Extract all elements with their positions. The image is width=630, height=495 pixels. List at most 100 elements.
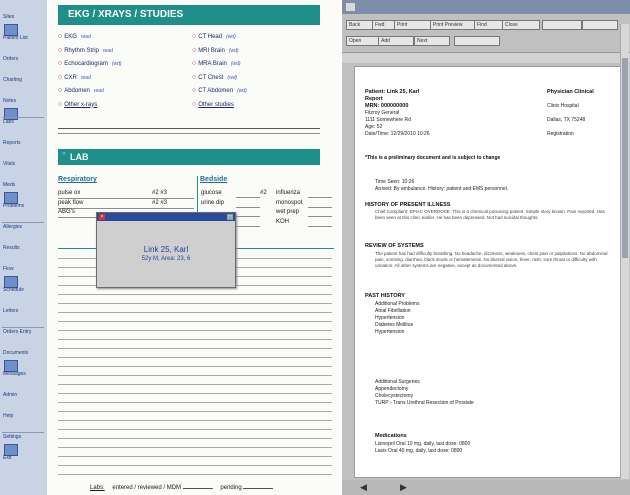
sidebar-item[interactable]: Notes	[3, 98, 43, 108]
sidebar-separator	[2, 327, 44, 328]
scrollbar-thumb[interactable]	[622, 58, 628, 258]
handwritten-note: read	[80, 74, 91, 81]
study-label: Rhythm Strip	[64, 47, 99, 54]
report-list-item: Diabetes Mellitus	[375, 322, 414, 328]
field-line	[308, 206, 332, 208]
study-checkbox[interactable]: ○ MRA Brain (wd)	[192, 60, 241, 67]
bedside-item[interactable]: KOH	[276, 219, 289, 225]
study-checkbox[interactable]: ○ CT Head (wd)	[192, 33, 236, 40]
sidebar-item[interactable]: Problems	[3, 203, 43, 213]
lab-header: ○ LAB	[58, 149, 320, 165]
report-list-item: Lisinopril Oral 10 mg, daily, last dose:…	[375, 441, 471, 447]
sidebar-item[interactable]: Sites	[3, 14, 43, 24]
sidebar-item[interactable]: Orders	[3, 56, 43, 66]
popup-close-icon[interactable]: ×	[99, 214, 105, 220]
handwritten-note: read	[93, 88, 104, 94]
report-list-item: Appendectomy	[375, 386, 409, 392]
toolbar-button[interactable]: Print Preview	[430, 20, 476, 30]
toolbar-button-blank[interactable]	[542, 20, 582, 30]
disclaimer: *This is a preliminary document and is s…	[365, 155, 501, 161]
sidebar-item[interactable]: Admin	[3, 392, 43, 402]
ruled-line	[58, 420, 332, 421]
study-checkbox[interactable]: ○ Echocardiogram (wd)	[58, 60, 122, 67]
study-checkbox[interactable]: ○ Other x-rays	[58, 101, 101, 108]
toolbar-button[interactable]: Close	[502, 20, 540, 30]
bedside-title: Bedside	[200, 176, 228, 183]
toolbar-button[interactable]: Find	[474, 20, 504, 30]
popup-maximize-icon[interactable]: □	[227, 214, 233, 220]
sidebar-item[interactable]: Schedule	[3, 287, 43, 297]
ruled-line	[58, 366, 332, 367]
ruled-line	[58, 294, 332, 295]
toolbar-button[interactable]: Add	[378, 36, 414, 46]
sidebar-item[interactable]: Charting	[3, 77, 43, 87]
study-label: MRI Brain	[198, 47, 225, 54]
ros-title: REVIEW OF SYSTEMS	[365, 243, 424, 249]
ruled-line	[58, 303, 332, 304]
ruled-line	[58, 402, 332, 403]
study-checkbox[interactable]: ○ CT Chest (wd)	[192, 74, 237, 81]
footer-labs-label: Labs:	[90, 485, 105, 491]
ruled-line	[58, 438, 332, 439]
study-checkbox[interactable]: ○ Other studies	[192, 101, 238, 108]
sidebar-item[interactable]: Flow	[3, 266, 43, 276]
sidebar-item[interactable]: Messages	[3, 371, 43, 381]
sidebar-item[interactable]: Letters	[3, 308, 43, 318]
study-checkbox[interactable]: ○ CT Abdomen (wd)	[192, 87, 247, 94]
study-checkbox[interactable]: ○ CXR read	[58, 74, 91, 81]
study-checkbox[interactable]: ○ Abdomen read	[58, 87, 104, 94]
sidebar-item[interactable]: Help	[3, 413, 43, 423]
study-checkbox[interactable]: ○ MRI Brain (wd)	[192, 47, 239, 54]
divider	[58, 128, 320, 129]
viewer-titlebar	[342, 0, 630, 14]
report-page: Patient: Link 25, Karl Physician Clinica…	[354, 66, 624, 478]
toolbar-button-blank[interactable]	[454, 36, 500, 46]
sidebar-item[interactable]: Settings	[3, 434, 43, 444]
handwritten-note: (wd)	[227, 74, 238, 81]
sidebar-item[interactable]: Results	[3, 245, 43, 255]
date-time: Date/Time: 12/29/2010 10:26	[365, 131, 430, 137]
sidebar-item[interactable]: Labs	[3, 119, 43, 129]
address-line-1: Fitzroy General	[365, 110, 400, 116]
ruled-line	[58, 393, 332, 394]
ruled-line	[58, 321, 332, 322]
next-page-icon[interactable]: ▶	[400, 482, 407, 493]
bedside-item[interactable]: monospot	[276, 200, 302, 206]
bedside-item[interactable]: glucose	[201, 190, 222, 196]
sidebar-item[interactable]: Orders Entry	[3, 329, 43, 339]
sidebar-item[interactable]: Vitals	[3, 161, 43, 171]
handwritten-note: (wd)	[237, 88, 247, 94]
report-label: Report	[365, 96, 383, 102]
report-list-item: Additional Problems	[375, 301, 420, 307]
report-list-item: Cholecystectomy	[375, 393, 414, 399]
hpi-text: Chief Complaint: EPIAC OVERDOSE. This is…	[375, 209, 605, 220]
sidebar-item[interactable]: Allergies	[3, 224, 43, 234]
facility: Clinic Hospital	[547, 103, 579, 109]
sidebar-item[interactable]: Documents	[3, 350, 43, 360]
ruled-line	[58, 330, 332, 331]
sidebar-item[interactable]: Patient List	[3, 35, 43, 45]
vertical-scrollbar[interactable]	[620, 24, 629, 479]
toolbar-button[interactable]: Open	[346, 36, 380, 46]
toolbar-button-blank[interactable]	[582, 20, 618, 30]
toolbar-button[interactable]: Fwd	[372, 20, 396, 30]
popup-titlebar[interactable]	[97, 213, 235, 221]
address-right: Dallas, TX 75248	[547, 117, 586, 123]
report-list-item: TURP - Trans Urethral Resection of Prost…	[375, 400, 474, 406]
ruled-line	[58, 411, 332, 412]
bedside-item[interactable]: wet prep	[276, 209, 299, 215]
sidebar-item[interactable]: Exit	[3, 455, 43, 465]
toolbar-button[interactable]: Print	[394, 20, 432, 30]
study-checkbox[interactable]: ○ Rhythm Strip read	[58, 47, 113, 54]
sidebar-item[interactable]: Reports	[3, 140, 43, 150]
study-checkbox[interactable]: ○ EKG read	[58, 33, 91, 40]
ruled-line	[58, 384, 332, 385]
sidebar-item[interactable]: Meds	[3, 182, 43, 192]
bedside-item[interactable]: urine dip	[201, 200, 224, 206]
bedside-item[interactable]: influenza	[276, 190, 300, 196]
toolbar-button[interactable]: Next	[414, 36, 450, 46]
prev-page-icon[interactable]: ◀	[360, 482, 367, 493]
app-sidebar: Sites Patient List Orders Charting Notes Labs…	[0, 0, 48, 495]
studies-title: EKG / XRAYS / STUDIES	[68, 9, 184, 20]
patient-popup[interactable]: × □ Link 25, Karl 52y M, Area: 23, 6	[96, 212, 236, 288]
